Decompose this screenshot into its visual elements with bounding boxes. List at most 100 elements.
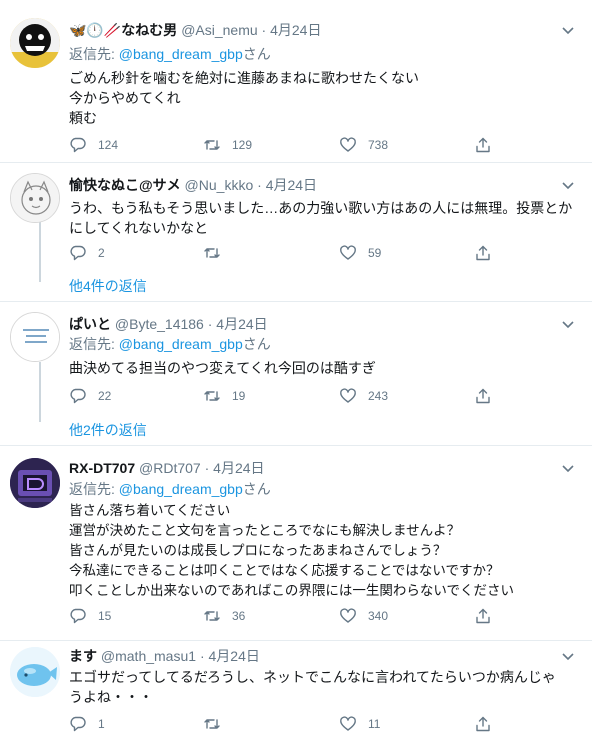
tweet-4[interactable]: RX-DT707 @RDt707 · 4月24日 返信先: @bang_drea… bbox=[0, 446, 592, 640]
share-button[interactable] bbox=[474, 714, 492, 734]
user-handle[interactable]: @Asi_nemu bbox=[181, 22, 257, 38]
chevron-down-icon[interactable] bbox=[560, 460, 576, 476]
tweet-actions: 1 11 bbox=[69, 714, 509, 734]
tweet-date[interactable]: 4月24日 bbox=[213, 460, 264, 476]
heart-icon bbox=[340, 608, 356, 623]
like-button[interactable]: 243 bbox=[339, 386, 388, 406]
display-name[interactable]: RX-DT707 bbox=[69, 460, 135, 476]
avatar[interactable] bbox=[10, 18, 60, 68]
retweet-count: 36 bbox=[232, 609, 246, 623]
separator-dot: · bbox=[257, 177, 262, 193]
share-button[interactable] bbox=[474, 386, 492, 406]
retweet-button[interactable]: 19 bbox=[203, 386, 245, 406]
share-icon bbox=[476, 608, 490, 624]
heart-icon bbox=[340, 245, 356, 260]
retweet-button[interactable] bbox=[203, 243, 232, 263]
chevron-down-icon[interactable] bbox=[560, 648, 576, 664]
reply-to-label: 返信先: bbox=[69, 336, 119, 352]
tweet-text: エゴサだってしてるだろうし、ネットでこんなに言われてたらいつか病んじゃうよね・・… bbox=[69, 669, 556, 705]
reply-count: 15 bbox=[98, 609, 112, 623]
user-handle[interactable]: @Byte_14186 bbox=[115, 316, 204, 332]
tweet-2[interactable]: 愉快なぬこ@サメ @Nu_kkko · 4月24日 うわ、もう私もそう思いました… bbox=[0, 163, 592, 301]
retweet-icon bbox=[204, 391, 220, 401]
reply-button[interactable]: 15 bbox=[69, 606, 111, 626]
tweet-date[interactable]: 4月24日 bbox=[270, 22, 321, 38]
tweet-text: 曲決めてる担当のやつ変えてくれ今回のは酷すぎ bbox=[69, 360, 376, 376]
share-button[interactable] bbox=[474, 606, 492, 626]
show-more-replies-link[interactable]: 他4件の返信 bbox=[69, 276, 147, 296]
reply-button[interactable]: 2 bbox=[69, 243, 105, 263]
like-button[interactable]: 738 bbox=[339, 135, 388, 155]
user-handle[interactable]: @math_masu1 bbox=[101, 648, 196, 664]
separator-dot: · bbox=[204, 460, 210, 476]
like-button[interactable]: 59 bbox=[339, 243, 381, 263]
tweet-header: 愉快なぬこ@サメ @Nu_kkko · 4月24日 bbox=[69, 175, 317, 195]
reply-icon bbox=[70, 388, 86, 404]
reply-to-label: 返信先: bbox=[69, 481, 119, 497]
display-name[interactable]: 🦋🕛🥢なねむ男 bbox=[69, 22, 177, 38]
avatar[interactable] bbox=[10, 312, 60, 362]
reply-to-line: 返信先: @bang_dream_gbpさん bbox=[69, 479, 271, 499]
retweet-button[interactable] bbox=[203, 714, 232, 734]
tweet-header: ます @math_masu1 · 4月24日 bbox=[69, 646, 260, 666]
heart-icon bbox=[340, 388, 356, 403]
heart-icon bbox=[340, 716, 356, 731]
reply-to-line: 返信先: @bang_dream_gbpさん bbox=[69, 44, 271, 64]
tweet-actions: 2 59 bbox=[69, 243, 509, 263]
tweet-date[interactable]: 4月24日 bbox=[209, 648, 260, 664]
retweet-count: 129 bbox=[232, 138, 253, 152]
reply-count: 22 bbox=[98, 389, 112, 403]
like-count: 243 bbox=[368, 389, 389, 403]
reply-to-suffix: さん bbox=[242, 46, 271, 62]
chevron-down-icon[interactable] bbox=[560, 22, 576, 38]
tweet-actions: 22 19 243 bbox=[69, 386, 509, 406]
reply-to-mention[interactable]: @bang_dream_gbp bbox=[119, 336, 243, 352]
share-button[interactable] bbox=[474, 243, 492, 263]
reply-icon bbox=[70, 608, 86, 624]
avatar[interactable] bbox=[10, 647, 60, 697]
retweet-button[interactable]: 36 bbox=[203, 606, 245, 626]
user-handle[interactable]: @Nu_kkko bbox=[185, 177, 254, 193]
tweet-text: うわ、もう私もそう思いました…あの力強い歌い方はあの人には無理。投票とかにしてく… bbox=[69, 200, 573, 236]
user-handle[interactable]: @RDt707 bbox=[139, 460, 201, 476]
reply-to-suffix: さん bbox=[242, 336, 271, 352]
reply-count: 1 bbox=[98, 717, 105, 731]
retweet-button[interactable]: 129 bbox=[203, 135, 252, 155]
tweet-5[interactable]: ます @math_masu1 · 4月24日 エゴサだってしてるだろうし、ネット… bbox=[0, 641, 592, 746]
retweet-count: 19 bbox=[232, 389, 246, 403]
reply-to-mention[interactable]: @bang_dream_gbp bbox=[119, 481, 243, 497]
tweet-header: 🦋🕛🥢なねむ男 @Asi_nemu · 4月24日 bbox=[69, 20, 321, 40]
like-count: 340 bbox=[368, 609, 389, 623]
tweet-3[interactable]: ぱいと @Byte_14186 · 4月24日 返信先: @bang_dream… bbox=[0, 302, 592, 445]
reply-button[interactable]: 124 bbox=[69, 135, 118, 155]
reply-button[interactable]: 22 bbox=[69, 386, 111, 406]
tweet-date[interactable]: 4月24日 bbox=[266, 177, 317, 193]
reply-to-label: 返信先: bbox=[69, 46, 119, 62]
reply-to-line: 返信先: @bang_dream_gbpさん bbox=[69, 334, 271, 354]
like-button[interactable]: 11 bbox=[339, 714, 380, 734]
tweet-text: 皆さん落ち着いてください 運営が決めたこと文句を言ったところでなにも解決しません… bbox=[69, 503, 514, 598]
retweet-icon bbox=[204, 140, 220, 150]
show-more-replies-link[interactable]: 他2件の返信 bbox=[69, 420, 147, 440]
tweet-1[interactable]: 🦋🕛🥢なねむ男 @Asi_nemu · 4月24日 返信先: @bang_dre… bbox=[0, 0, 592, 162]
reply-to-mention[interactable]: @bang_dream_gbp bbox=[119, 46, 243, 62]
heart-icon bbox=[340, 137, 356, 152]
retweet-icon bbox=[204, 719, 220, 729]
avatar[interactable] bbox=[10, 173, 60, 223]
like-count: 11 bbox=[368, 717, 381, 731]
retweet-icon bbox=[204, 248, 220, 258]
display-name[interactable]: 愉快なぬこ@サメ bbox=[69, 177, 181, 193]
tweet-date[interactable]: 4月24日 bbox=[216, 316, 267, 332]
display-name[interactable]: ぱいと bbox=[69, 316, 111, 332]
chevron-down-icon[interactable] bbox=[560, 316, 576, 332]
share-icon bbox=[476, 245, 490, 261]
chevron-down-icon[interactable] bbox=[560, 177, 576, 193]
share-icon bbox=[476, 137, 490, 153]
share-button[interactable] bbox=[474, 135, 492, 155]
reply-button[interactable]: 1 bbox=[69, 714, 105, 734]
display-name[interactable]: ます bbox=[69, 648, 97, 664]
like-button[interactable]: 340 bbox=[339, 606, 388, 626]
avatar[interactable] bbox=[10, 458, 60, 508]
share-icon bbox=[476, 388, 490, 404]
tweet-actions: 15 36 340 bbox=[69, 606, 509, 626]
